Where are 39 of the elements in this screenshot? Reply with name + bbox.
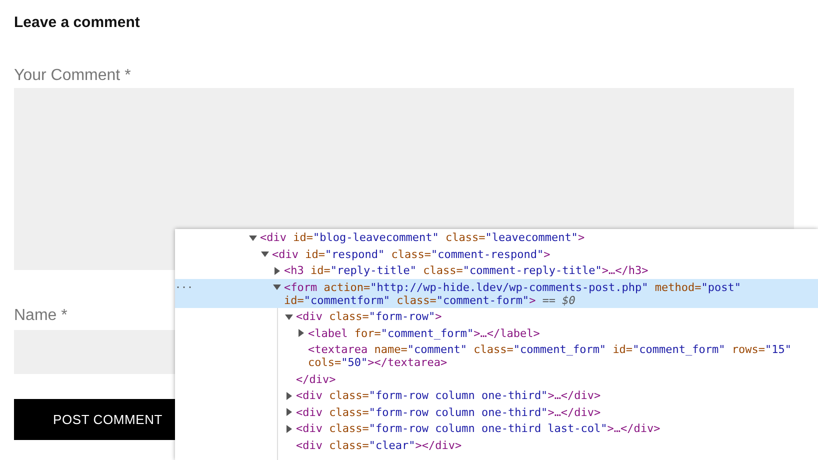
code-line: <div class="form-row">	[296, 310, 443, 323]
code-line: <textarea name="comment" class="comment_form" id="comment_form" rows="15" cols="50"></textarea>	[308, 343, 793, 369]
expand-arrow-icon[interactable]	[273, 266, 281, 274]
dom-tree-row[interactable]: <h3 id="reply-title" class="comment-reply-title">…</h3>	[175, 262, 818, 278]
expand-arrow-icon[interactable]	[249, 234, 257, 242]
code-line: <h3 id="reply-title" class="comment-reply-title">…</h3>	[284, 264, 650, 277]
code-line: <div class="form-row column one-third">…</div>	[296, 389, 602, 402]
code-line: <label for="comment_form">…</label>	[308, 326, 541, 340]
expand-arrow-icon[interactable]	[285, 408, 293, 416]
dom-tree-row[interactable]: </div>	[175, 370, 818, 387]
name-label: Name *	[14, 306, 68, 326]
dom-tree-row[interactable]: <div class="form-row column one-third">…</div>	[175, 387, 818, 404]
dom-tree-row[interactable]: <label for="comment_form">…</label>	[175, 324, 818, 341]
expand-arrow-icon[interactable]	[285, 392, 293, 400]
dom-tree-row[interactable]: <div class="form-row">	[175, 308, 818, 324]
code-line: <div id="respond" class="comment-respond">	[272, 248, 552, 260]
code-line: <div class="clear"></div>	[296, 438, 463, 452]
dom-tree-row[interactable]: <div class="form-row column one-third last-col">…</div>	[175, 420, 818, 436]
dom-tree-row[interactable]: <div class="form-row column one-third">…</div>	[175, 404, 818, 420]
expand-arrow-icon[interactable]	[273, 283, 281, 291]
name-field[interactable]	[14, 330, 175, 374]
code-line: </div>	[296, 372, 337, 386]
dom-tree-row[interactable]: ... <form action="http://wp-hide.ldev/wp-comments-post.php" method="post" id="commentform" class="comment-form"> == $0	[175, 278, 818, 308]
section-heading: Leave a comment	[14, 13, 140, 33]
code-line: <div id="blog-leavecomment" class="leavecomment">	[260, 231, 586, 244]
code-line: <form action="http://wp-hide.ldev/wp-comments-post.php" method="post" id="commentform" class="comment-form"> == $0	[284, 280, 742, 306]
more-options-icon[interactable]: ...	[175, 278, 194, 292]
dom-tree-row[interactable]: <div id="respond" class="comment-respond">	[175, 246, 818, 262]
dom-tree-row[interactable]: <textarea name="comment" class="comment_form" id="comment_form" rows="15" cols="50"></textarea>	[175, 341, 818, 370]
post-comment-button[interactable]: POST COMMENT	[14, 399, 175, 440]
dom-tree-row[interactable]: <div class="clear"></div>	[175, 436, 818, 453]
code-line: <div class="form-row column one-third">…</div>	[296, 406, 602, 418]
comment-label: Your Comment *	[14, 66, 131, 86]
code-line: <div class="form-row column one-third last-col">…</div>	[296, 422, 662, 435]
expand-arrow-icon[interactable]	[285, 424, 293, 432]
expand-arrow-icon[interactable]	[285, 312, 293, 320]
expand-arrow-icon[interactable]	[297, 329, 305, 337]
dom-tree-row[interactable]: <div id="blog-leavecomment" class="leavecomment">	[175, 229, 818, 246]
expand-arrow-icon[interactable]	[261, 250, 269, 258]
